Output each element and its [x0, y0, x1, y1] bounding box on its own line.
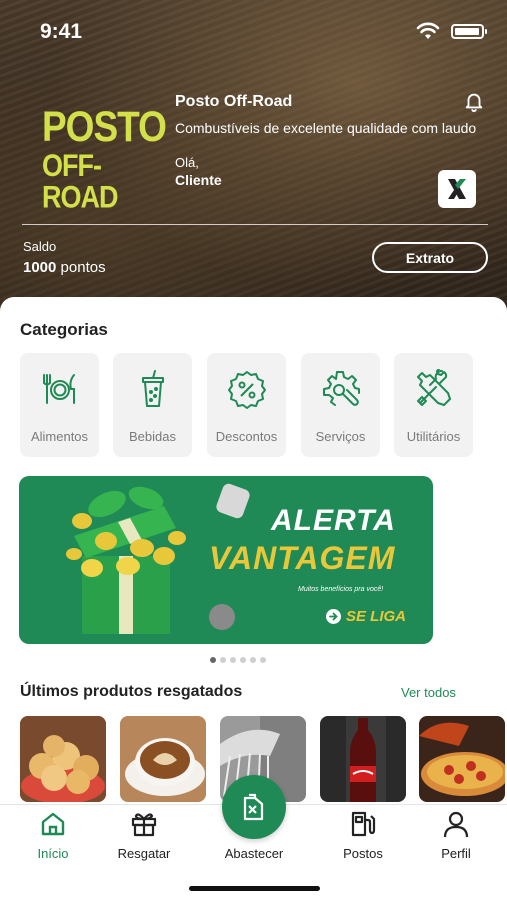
arrow-right-icon — [326, 609, 341, 624]
category-alimentos[interactable]: Alimentos — [20, 353, 99, 457]
fuel-fab-button[interactable] — [222, 775, 286, 839]
banner-cta[interactable]: SE LIGA — [326, 608, 406, 625]
category-label: Descontos — [215, 429, 278, 444]
tab-resgatar[interactable]: Resgatar — [99, 808, 189, 861]
x-logo-icon — [448, 179, 466, 199]
banner-cta-label: SE LIGA — [346, 608, 407, 625]
tab-label-abastecer[interactable]: Abastecer — [209, 846, 299, 861]
gift-icon — [131, 813, 157, 837]
coffee-image — [120, 716, 206, 802]
soda-bottle-image — [320, 716, 406, 802]
recent-products-title: Últimos produtos resgatados — [20, 683, 243, 700]
banner-subtitle: Muitos benefícios pra você! — [298, 586, 384, 593]
balance-value: 1000 pontos — [23, 259, 106, 276]
promo-banner[interactable]: ALERTA VANTAGEM Muitos benefícios pra vo… — [19, 476, 433, 644]
status-time: 9:41 — [40, 20, 83, 43]
tab-perfil[interactable]: Perfil — [411, 808, 501, 861]
greeting: Olá, — [175, 155, 199, 170]
carousel-dot[interactable] — [210, 657, 216, 663]
discount-badge-icon — [228, 371, 266, 409]
product-soda[interactable] — [320, 716, 406, 802]
carousel-dot[interactable] — [220, 657, 226, 663]
deco-gem — [214, 482, 252, 520]
header-divider — [22, 224, 488, 225]
tools-icon — [417, 369, 451, 406]
cheese-bread-image — [20, 716, 106, 802]
see-all-link[interactable]: Ver todos — [401, 685, 456, 700]
balance-unit: pontos — [60, 259, 106, 276]
tab-label: Resgatar — [117, 846, 171, 861]
category-bebidas[interactable]: Bebidas — [113, 353, 192, 457]
balance-points: 1000 — [23, 259, 57, 276]
product-cheese-bread[interactable] — [20, 716, 106, 802]
user-icon — [443, 811, 469, 838]
pizza-image — [419, 716, 505, 802]
store-description: Combustíveis de excelente qualidade com … — [175, 120, 477, 136]
wifi-icon — [416, 22, 440, 39]
category-servicos[interactable]: Serviços — [301, 353, 380, 457]
battery-icon — [451, 24, 487, 39]
category-label: Bebidas — [129, 429, 176, 444]
banner-title-line2: VANTAGEM — [209, 540, 396, 576]
gear-wrench-icon — [323, 371, 360, 406]
deco-coin — [209, 604, 235, 630]
tab-postos[interactable]: Postos — [318, 808, 408, 861]
gas-station-icon — [351, 811, 376, 837]
carousel-pagination — [210, 657, 266, 663]
carousel-dot[interactable] — [250, 657, 256, 663]
category-label: Utilitários — [406, 429, 461, 444]
home-icon — [41, 812, 65, 836]
carousel-dot[interactable] — [260, 657, 266, 663]
carousel-dot[interactable] — [240, 657, 246, 663]
tab-inicio[interactable]: Início — [8, 808, 98, 861]
balance-label: Saldo — [23, 239, 57, 254]
product-pizza[interactable] — [419, 716, 505, 802]
home-indicator — [189, 886, 320, 891]
gift-coins-illustration — [66, 486, 186, 634]
fuel-can-icon — [243, 793, 264, 821]
category-label: Alimentos — [30, 429, 89, 444]
tab-label: Postos — [343, 846, 383, 861]
tab-label: Início — [37, 846, 69, 861]
logo-line1: POSTO — [42, 102, 167, 151]
carousel-dot[interactable] — [230, 657, 236, 663]
bell-icon[interactable] — [463, 90, 485, 112]
banner-title-line1: ALERTA — [271, 504, 396, 537]
store-name: Posto Off-Road — [175, 93, 293, 110]
logo-line2: OFF-ROAD — [42, 148, 119, 215]
status-bar: 9:41 — [0, 0, 507, 60]
product-coffee[interactable] — [120, 716, 206, 802]
categories-title: Categorias — [20, 320, 108, 339]
drink-cup-icon — [142, 370, 164, 407]
brand-logo: POSTO OFF-ROAD — [42, 102, 167, 212]
category-descontos[interactable]: Descontos — [207, 353, 286, 457]
partner-badge[interactable] — [438, 170, 476, 208]
utensils-icon — [43, 374, 75, 404]
category-utilitarios[interactable]: Utilitários — [394, 353, 473, 457]
tab-label: Perfil — [441, 846, 471, 861]
category-label: Serviços — [315, 429, 366, 444]
statement-button[interactable]: Extrato — [372, 242, 488, 273]
user-name: Cliente — [175, 172, 222, 188]
